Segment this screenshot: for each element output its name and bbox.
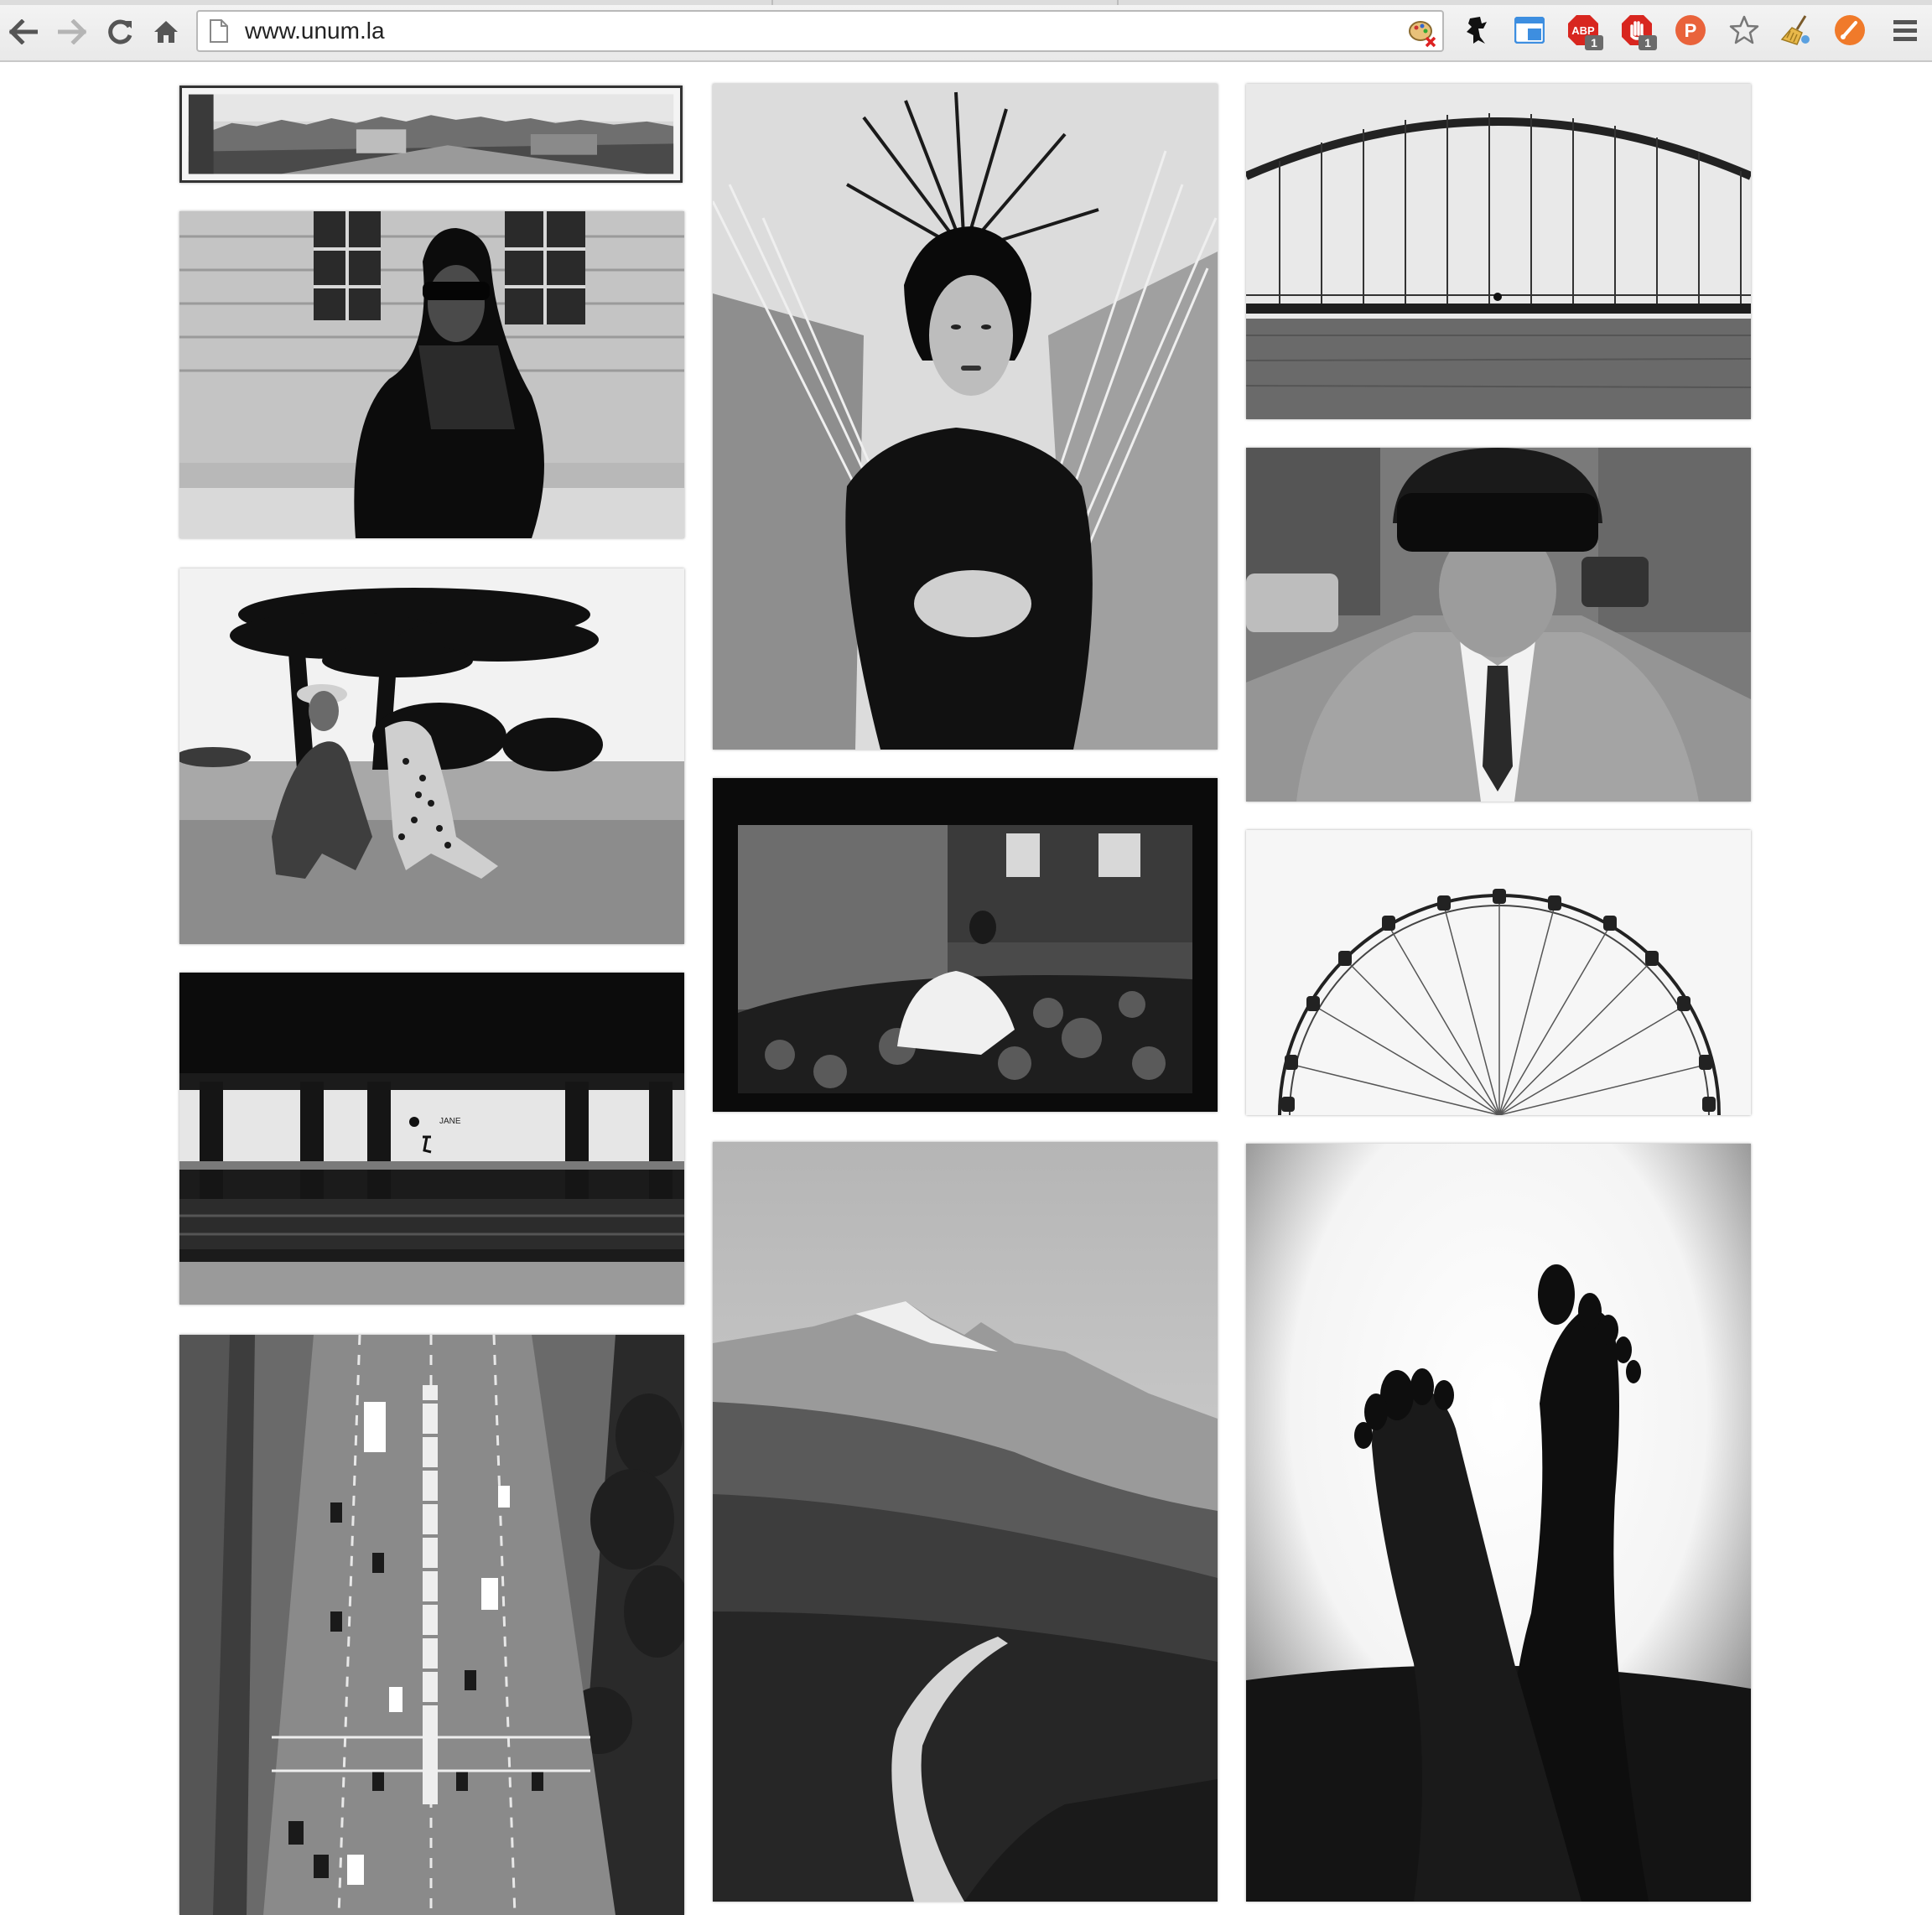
ninja-icon	[1467, 17, 1487, 44]
aerial-street-image	[179, 1335, 684, 1915]
woman-palm-fronds-image	[713, 84, 1218, 750]
menu-button[interactable]	[1888, 13, 1922, 47]
photo-arched-bridge[interactable]	[1246, 84, 1751, 419]
tab-strip	[0, 0, 1932, 5]
extension-badge: 1	[1639, 35, 1657, 50]
subway-sign-text: JANE	[439, 1117, 461, 1126]
orange-extension-button[interactable]	[1833, 13, 1867, 47]
bookmark-star-button[interactable]	[1727, 13, 1761, 47]
window-icon	[1514, 17, 1545, 44]
photo-helmet-man[interactable]	[1246, 448, 1751, 802]
browser-toolbar: www.unum.la ABP 1 1 P	[0, 0, 1932, 62]
pocket-button[interactable]: P	[1674, 13, 1707, 47]
photo-woman-cheetah[interactable]	[179, 568, 684, 944]
page-icon	[210, 19, 228, 43]
orange-check-icon	[1835, 15, 1865, 45]
arched-bridge-image	[1246, 84, 1751, 419]
photo-ferris-wheel[interactable]	[1246, 830, 1751, 1115]
reload-button[interactable]	[104, 15, 138, 49]
ninja-extension-button[interactable]	[1459, 13, 1493, 47]
home-icon	[154, 21, 178, 43]
ferris-wheel-image	[1246, 830, 1751, 1115]
photo-woman-palm-fronds[interactable]	[713, 84, 1218, 750]
photo-aerial-street[interactable]	[179, 1335, 684, 1915]
mountain-path-image	[713, 1142, 1218, 1902]
star-icon	[1729, 15, 1759, 44]
broom-extension-button[interactable]	[1779, 13, 1813, 47]
url-text: www.unum.la	[245, 18, 385, 44]
forward-button[interactable]	[55, 15, 89, 49]
extension-badge: 1	[1585, 35, 1603, 50]
adblock-hand-button[interactable]: 1	[1620, 13, 1657, 50]
home-button[interactable]	[149, 15, 183, 49]
forward-arrow-icon	[58, 19, 86, 44]
window-extension-button[interactable]	[1513, 13, 1546, 47]
photo-mountain-path[interactable]	[713, 1142, 1218, 1902]
woman-field-film-image	[713, 778, 1218, 1112]
photo-feet-silhouette[interactable]	[1246, 1144, 1751, 1902]
back-arrow-icon	[9, 19, 38, 44]
subway-platform-image: JANE	[179, 973, 684, 1305]
p-circle-icon: P	[1675, 15, 1706, 45]
address-bar[interactable]: www.unum.la	[196, 10, 1444, 52]
city-panorama-image	[182, 88, 680, 180]
svg-text:P: P	[1685, 20, 1697, 41]
back-button[interactable]	[7, 15, 40, 49]
adblock-plus-button[interactable]: ABP 1	[1566, 13, 1603, 50]
feet-silhouette-image	[1246, 1144, 1751, 1902]
hamburger-menu-icon	[1893, 20, 1917, 41]
broom-icon	[1780, 15, 1810, 45]
photo-subway-platform[interactable]: JANE	[179, 973, 684, 1305]
reload-icon	[108, 19, 132, 44]
helmet-man-image	[1246, 448, 1751, 802]
woman-cheetah-image	[179, 568, 684, 944]
photo-woman-headscarf[interactable]	[179, 211, 684, 538]
woman-headscarf-image	[179, 211, 684, 538]
photo-woman-field-film[interactable]	[713, 778, 1218, 1112]
photo-city-panorama[interactable]	[179, 86, 683, 183]
palette-blocked-icon[interactable]	[1407, 18, 1437, 48]
